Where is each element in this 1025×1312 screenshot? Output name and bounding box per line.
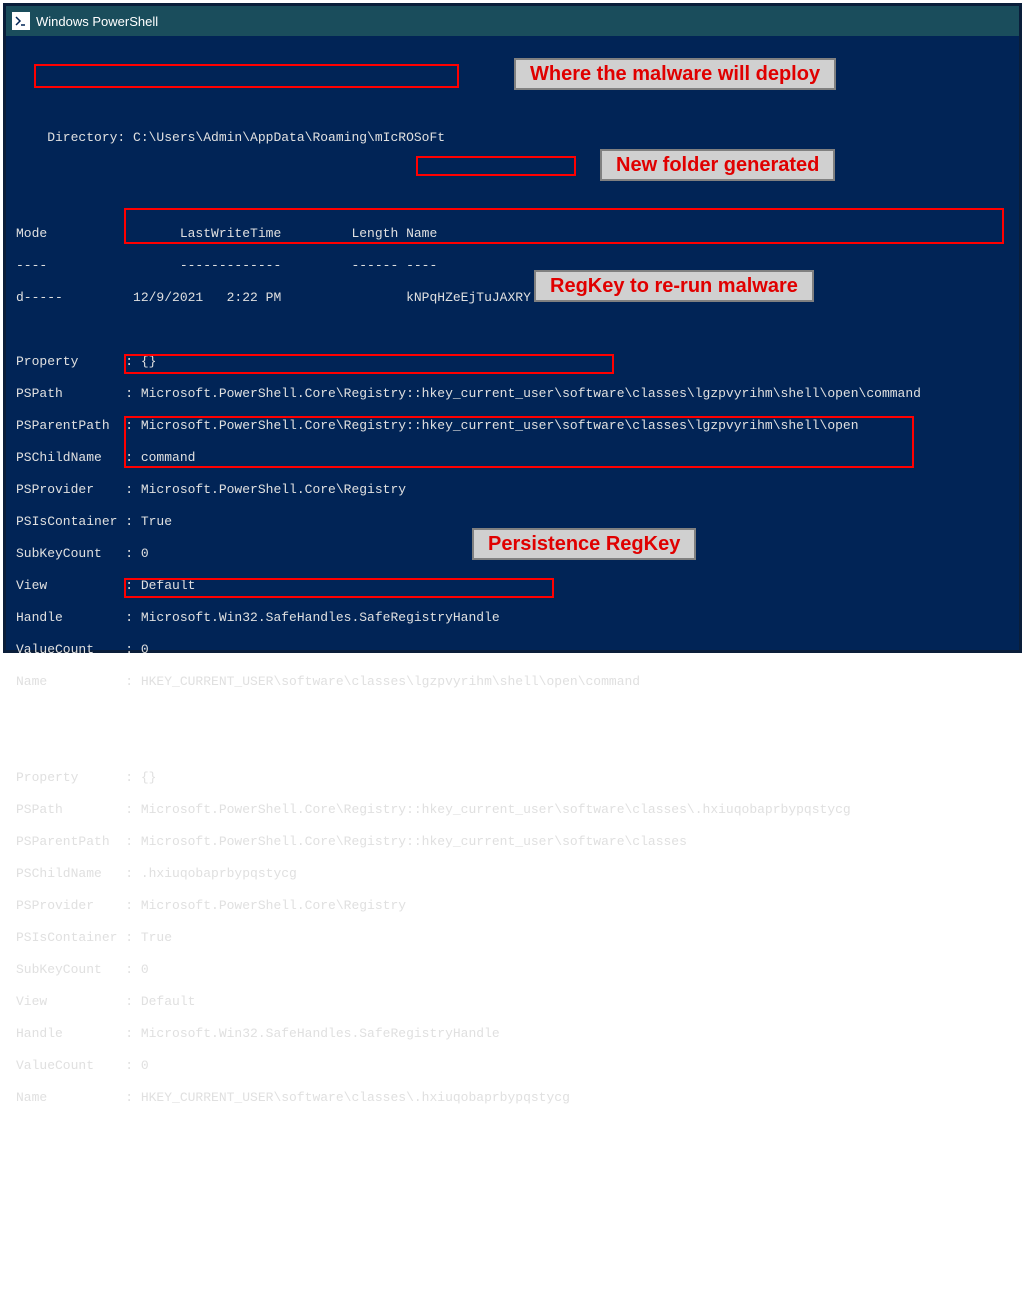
reg-psparentpath: PSParentPath : Microsoft.PowerShell.Core…	[16, 418, 1009, 434]
blank-line	[16, 738, 1009, 754]
powershell-icon	[12, 12, 30, 30]
blank-line	[16, 706, 1009, 722]
reg-view: View : Default	[16, 578, 1009, 594]
callout-new-folder: New folder generated	[600, 149, 835, 181]
powershell-window: Windows PowerShell Directory: C:\Users\A…	[3, 3, 1022, 653]
reg-valuecount: ValueCount : 0	[16, 1058, 1009, 1074]
reg-psprovider: PSProvider : Microsoft.PowerShell.Core\R…	[16, 898, 1009, 914]
folder-row: d----- 12/9/2021 2:22 PM kNPqHZeEjTuJAXR…	[16, 290, 1009, 306]
reg-psprovider: PSProvider : Microsoft.PowerShell.Core\R…	[16, 482, 1009, 498]
blank-line	[16, 98, 1009, 114]
callout-deploy-location: Where the malware will deploy	[514, 58, 836, 90]
reg-subkeycount: SubKeyCount : 0	[16, 962, 1009, 978]
reg-pspath: PSPath : Microsoft.PowerShell.Core\Regis…	[16, 802, 1009, 818]
blank-line	[16, 162, 1009, 178]
titlebar[interactable]: Windows PowerShell	[6, 6, 1019, 36]
reg-pschildname: PSChildName : .hxiuqobaprbypqstycg	[16, 866, 1009, 882]
reg-property: Property : {}	[16, 770, 1009, 786]
reg-pschildname: PSChildName : command	[16, 450, 1009, 466]
callout-rerun-regkey: RegKey to re-run malware	[534, 270, 814, 302]
column-divider: ---- ------------- ------ ----	[16, 258, 1009, 274]
window-title: Windows PowerShell	[36, 14, 158, 29]
reg-handle: Handle : Microsoft.Win32.SafeHandles.Saf…	[16, 610, 1009, 626]
reg-pspath: PSPath : Microsoft.PowerShell.Core\Regis…	[16, 386, 1009, 402]
reg-handle: Handle : Microsoft.Win32.SafeHandles.Saf…	[16, 1026, 1009, 1042]
directory-line: Directory: C:\Users\Admin\AppData\Roamin…	[16, 130, 1009, 146]
terminal-output[interactable]: Directory: C:\Users\Admin\AppData\Roamin…	[6, 36, 1019, 1312]
reg-psparentpath: PSParentPath : Microsoft.PowerShell.Core…	[16, 834, 1009, 850]
column-header: Mode LastWriteTime Length Name	[16, 226, 1009, 242]
blank-line	[16, 322, 1009, 338]
reg-name: Name : HKEY_CURRENT_USER\software\classe…	[16, 674, 1009, 690]
callout-persistence-regkey: Persistence RegKey	[472, 528, 696, 560]
blank-line	[16, 66, 1009, 82]
reg-name: Name : HKEY_CURRENT_USER\software\classe…	[16, 1090, 1009, 1106]
reg-view: View : Default	[16, 994, 1009, 1010]
reg-psiscontainer: PSIsContainer : True	[16, 930, 1009, 946]
blank-line	[16, 194, 1009, 210]
reg-property: Property : {}	[16, 354, 1009, 370]
